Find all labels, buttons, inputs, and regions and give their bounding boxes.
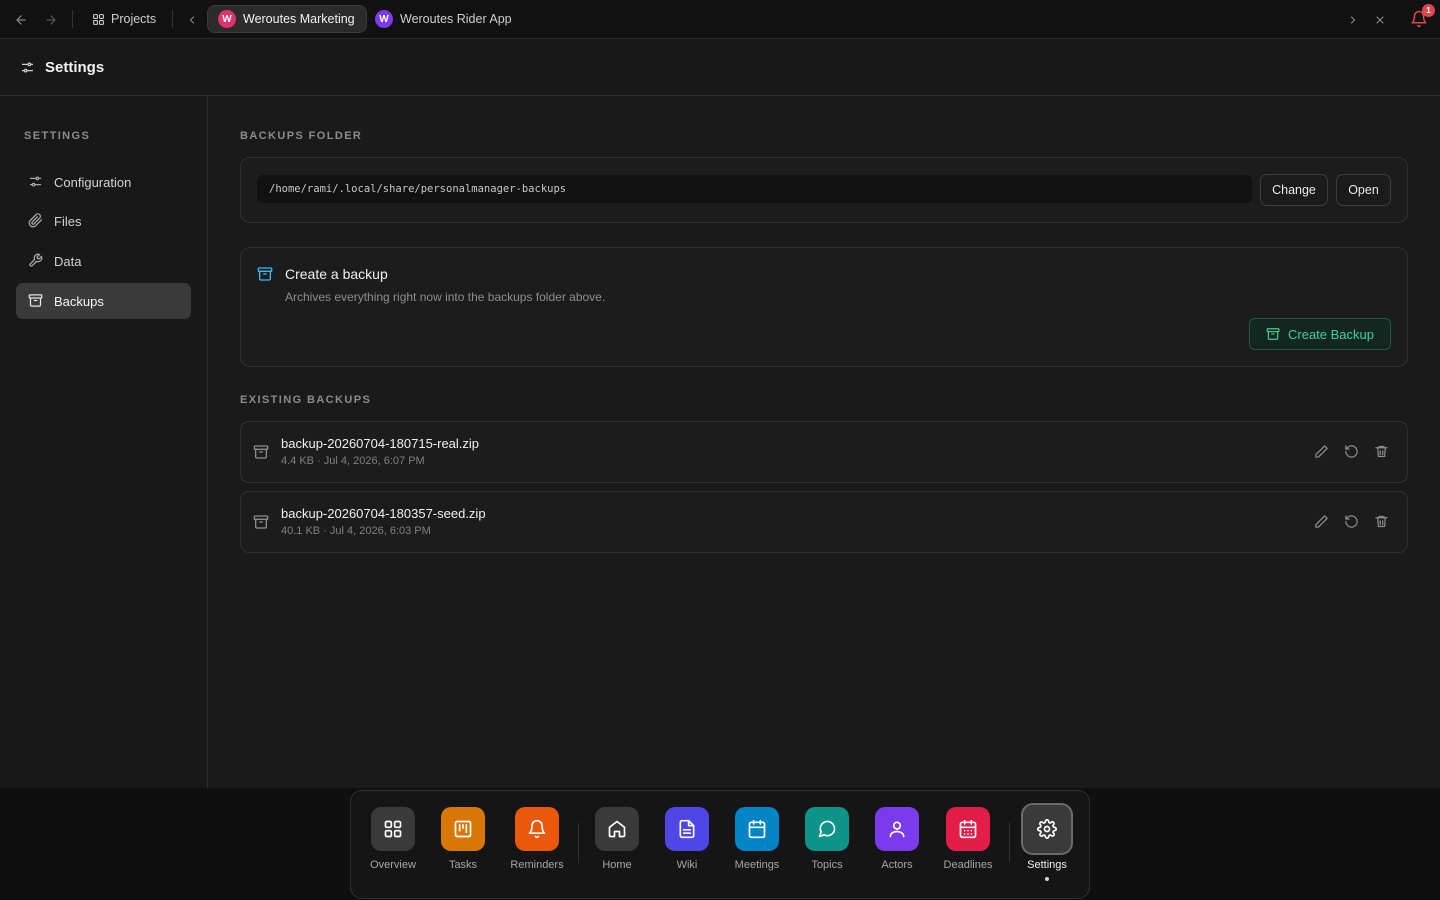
trash-icon[interactable] — [1374, 444, 1390, 460]
calendar-icon — [735, 807, 779, 851]
tab-weroutes-marketing[interactable]: W Weroutes Marketing — [207, 5, 367, 33]
open-folder-button[interactable]: Open — [1336, 174, 1391, 206]
archive-icon — [253, 444, 269, 460]
chevron-right-icon[interactable] — [1343, 10, 1363, 30]
sidebar-item-label: Data — [54, 253, 82, 269]
restore-icon[interactable] — [1344, 514, 1360, 530]
wrench-icon — [28, 253, 44, 269]
sliders-icon — [20, 60, 35, 75]
backups-folder-heading: BACKUPS FOLDER — [240, 130, 363, 142]
top-bar: Projects W Weroutes Marketing W Weroutes… — [0, 0, 1440, 39]
pencil-icon[interactable] — [1314, 514, 1330, 530]
gear-icon — [1021, 803, 1073, 855]
dock-label: Deadlines — [943, 859, 993, 871]
dock-item-topics[interactable]: Topics — [797, 807, 857, 871]
dock-item-tasks[interactable]: Tasks — [433, 807, 493, 871]
tab-label: Weroutes Marketing — [243, 12, 355, 26]
archive-icon — [257, 266, 273, 282]
dock-item-wiki[interactable]: Wiki — [657, 807, 717, 871]
dock-item-deadlines[interactable]: Deadlines — [938, 807, 998, 871]
forward-arrow-icon[interactable] — [41, 10, 61, 30]
project-avatar: W — [218, 10, 236, 28]
backup-list-item[interactable]: backup-20260704-180715-real.zip 4.4 KB ·… — [240, 421, 1408, 483]
document-icon — [665, 807, 709, 851]
dock-item-actors[interactable]: Actors — [867, 807, 927, 871]
pencil-icon[interactable] — [1314, 444, 1330, 460]
divider — [172, 10, 173, 28]
sidebar-heading: SETTINGS — [24, 130, 91, 142]
backups-folder-card: /home/rami/.local/share/personalmanager-… — [240, 157, 1408, 223]
backup-list-item[interactable]: backup-20260704-180357-seed.zip 40.1 KB … — [240, 491, 1408, 553]
notification-badge: 1 — [1422, 4, 1435, 17]
backups-panel: BACKUPS FOLDER /home/rami/.local/share/p… — [208, 96, 1440, 788]
calendar-grid-icon — [946, 807, 990, 851]
sliders-icon — [28, 174, 44, 190]
app-dock: Overview Tasks Reminders Home Wiki Meeti… — [350, 790, 1090, 899]
dock-item-reminders[interactable]: Reminders — [507, 807, 567, 871]
restore-icon[interactable] — [1344, 444, 1360, 460]
sidebar-item-data[interactable]: Data — [16, 243, 191, 279]
divider — [72, 10, 73, 28]
dock-divider — [1009, 823, 1010, 863]
dock-label: Tasks — [448, 859, 478, 871]
dock-label: Settings — [1027, 859, 1067, 871]
grid-icon — [92, 13, 105, 26]
dock-item-settings[interactable]: Settings — [1017, 803, 1077, 881]
chat-icon — [805, 807, 849, 851]
dock-divider — [578, 823, 579, 863]
change-folder-button[interactable]: Change — [1260, 174, 1328, 206]
sidebar-item-label: Backups — [54, 293, 104, 309]
home-icon — [595, 807, 639, 851]
settings-sidebar: SETTINGS Configuration Files Data Backup… — [0, 96, 208, 788]
grid-icon — [371, 807, 415, 851]
backups-folder-path: /home/rami/.local/share/personalmanager-… — [257, 175, 1252, 203]
chevron-left-icon[interactable] — [182, 10, 202, 30]
paperclip-icon — [28, 213, 44, 229]
create-backup-card: Create a backup Archives everything righ… — [240, 247, 1408, 367]
backup-filename: backup-20260704-180715-real.zip — [281, 436, 480, 451]
tab-weroutes-rider-app[interactable]: W Weroutes Rider App — [365, 5, 523, 33]
archive-icon — [1266, 327, 1280, 341]
dock-label: Overview — [370, 859, 416, 871]
create-backup-description: Archives everything right now into the b… — [285, 290, 606, 304]
archive-icon — [253, 514, 269, 530]
sidebar-item-label: Files — [54, 213, 82, 229]
projects-button[interactable]: Projects — [84, 8, 164, 30]
dock-item-meetings[interactable]: Meetings — [727, 807, 787, 871]
project-avatar: W — [375, 10, 393, 28]
create-backup-button[interactable]: Create Backup — [1249, 318, 1391, 350]
create-backup-title: Create a backup — [285, 266, 388, 282]
page-header: Settings — [0, 39, 1440, 96]
backup-meta: 4.4 KB · Jul 4, 2026, 6:07 PM — [281, 455, 425, 467]
page-title: Settings — [45, 58, 105, 76]
bell-icon — [515, 807, 559, 851]
sidebar-item-backups[interactable]: Backups — [16, 283, 191, 319]
archive-icon — [28, 293, 44, 309]
user-icon — [875, 807, 919, 851]
kanban-icon — [441, 807, 485, 851]
sidebar-item-configuration[interactable]: Configuration — [16, 164, 191, 200]
backup-filename: backup-20260704-180357-seed.zip — [281, 506, 486, 521]
dock-item-overview[interactable]: Overview — [363, 807, 423, 871]
dock-item-home[interactable]: Home — [587, 807, 647, 871]
dock-label: Topics — [811, 859, 843, 871]
create-backup-label: Create Backup — [1288, 326, 1374, 342]
dock-label: Wiki — [676, 859, 698, 871]
trash-icon[interactable] — [1374, 514, 1390, 530]
active-indicator-dot — [1045, 877, 1049, 881]
sidebar-item-files[interactable]: Files — [16, 203, 191, 239]
close-icon[interactable] — [1370, 10, 1390, 30]
tab-label: Weroutes Rider App — [400, 12, 512, 26]
dock-label: Reminders — [510, 859, 564, 871]
existing-backups-heading: EXISTING BACKUPS — [240, 394, 372, 406]
sidebar-item-label: Configuration — [54, 174, 132, 190]
dock-label: Actors — [881, 859, 913, 871]
back-arrow-icon[interactable] — [11, 10, 31, 30]
dock-label: Home — [602, 859, 632, 871]
dock-label: Meetings — [734, 859, 780, 871]
backup-meta: 40.1 KB · Jul 4, 2026, 6:03 PM — [281, 525, 431, 537]
projects-label: Projects — [111, 12, 157, 26]
